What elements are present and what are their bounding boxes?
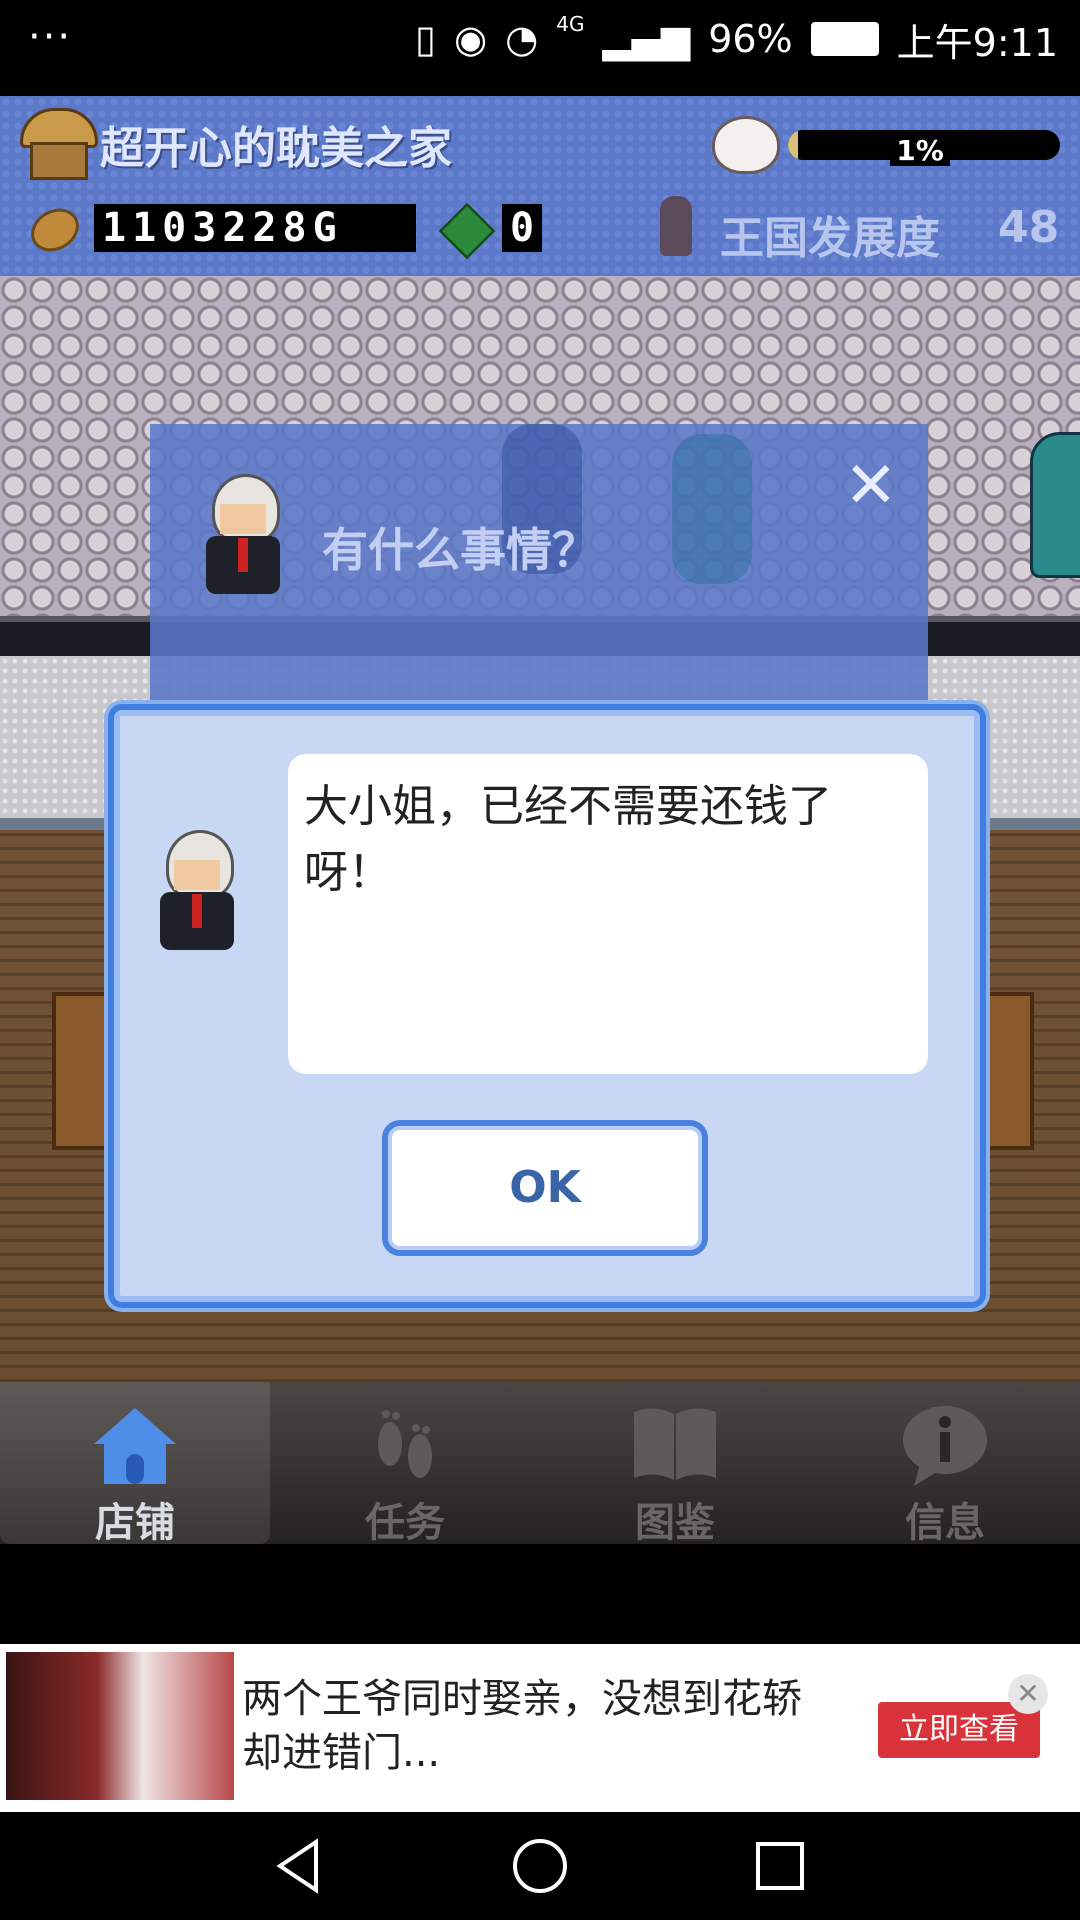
ad-image[interactable] xyxy=(6,1652,234,1800)
ok-button[interactable]: OK xyxy=(382,1120,708,1256)
message-box: 大小姐，已经不需要还钱了呀！ xyxy=(288,754,928,1074)
signal-icon: ▂▄▆ xyxy=(602,17,691,61)
shop-house-icon xyxy=(20,108,98,180)
vibrate-icon: ▯ xyxy=(415,17,436,61)
footprints-icon xyxy=(378,1410,432,1478)
nav-label: 图鉴 xyxy=(635,1500,715,1546)
shop-name: 超开心的耽美之家 xyxy=(100,123,452,174)
nav-catalog[interactable]: 图鉴 xyxy=(540,1382,810,1546)
info-bubble-icon xyxy=(903,1406,987,1486)
status-menu-dots: ··· xyxy=(28,14,73,60)
eye-icon: ◉ xyxy=(453,17,488,61)
battery-percent: 96% xyxy=(708,17,793,61)
customer-sprite[interactable] xyxy=(1030,432,1080,578)
nav-label: 任务 xyxy=(365,1500,445,1546)
nav-info[interactable]: 信息 xyxy=(810,1382,1080,1546)
message-dialog: 大小姐，已经不需要还钱了呀！ OK xyxy=(108,704,986,1308)
mood-balloon-icon xyxy=(712,116,780,174)
gold-coin-icon xyxy=(23,200,87,260)
gold-amount: 1103228G xyxy=(94,204,416,252)
kingdom-development-label: 王国发展度 xyxy=(720,213,940,264)
faded-sprite xyxy=(672,434,752,584)
close-icon[interactable]: ✕ xyxy=(844,454,898,518)
ad-close-icon[interactable]: ✕ xyxy=(1008,1674,1048,1714)
recents-icon[interactable] xyxy=(750,1836,810,1896)
gem-amount: 0 xyxy=(502,204,542,252)
status-bar: ··· ▯ ◉ ◔ 4G ▂▄▆ 96% 上午9:11 xyxy=(0,0,1080,96)
nav-label: 店铺 xyxy=(95,1500,175,1546)
book-icon xyxy=(634,1408,716,1480)
nav-tasks[interactable]: 任务 xyxy=(270,1382,540,1546)
status-icons: ▯ ◉ ◔ 4G ▂▄▆ 96% 上午9:11 xyxy=(415,0,1058,78)
nav-label: 信息 xyxy=(905,1500,985,1546)
wifi-icon: ◔ xyxy=(505,17,539,61)
ad-text[interactable]: 两个王爷同时娶亲，没想到花轿却进错门... xyxy=(242,1672,822,1780)
butler-portrait xyxy=(152,830,242,960)
shop-home-icon xyxy=(94,1408,176,1484)
back-icon[interactable] xyxy=(270,1836,330,1896)
dialog-message: 大小姐，已经不需要还钱了呀！ xyxy=(304,781,832,898)
bottom-navigation: 店铺 任务 图鉴 信息 xyxy=(0,1382,1080,1546)
system-nav-bar xyxy=(0,1812,1080,1920)
mood-percent: 1% xyxy=(890,136,950,166)
nav-shop[interactable]: 店铺 xyxy=(0,1382,270,1546)
chess-pawn-icon xyxy=(660,196,692,256)
butler-sprite xyxy=(198,474,288,604)
gem-icon xyxy=(438,202,496,260)
ad-banner[interactable]: 两个王爷同时娶亲，没想到花轿却进错门... 立即查看 ✕ xyxy=(0,1644,1080,1812)
menu-prompt: 有什么事情？ xyxy=(322,523,598,577)
network-type: 4G xyxy=(556,12,585,36)
mood-progress-fill xyxy=(788,130,798,160)
battery-icon xyxy=(810,22,879,56)
kingdom-development-value: 48 xyxy=(998,202,1060,253)
game-scene[interactable]: 超开心的耽美之家 1% 1103228G 0 王国发展度 48 有什么事情？ ✕ xyxy=(0,96,1080,1382)
home-icon[interactable] xyxy=(510,1836,570,1896)
clock: 上午9:11 xyxy=(896,20,1058,65)
top-hud: 超开心的耽美之家 1% 1103228G 0 王国发展度 48 xyxy=(0,96,1080,276)
